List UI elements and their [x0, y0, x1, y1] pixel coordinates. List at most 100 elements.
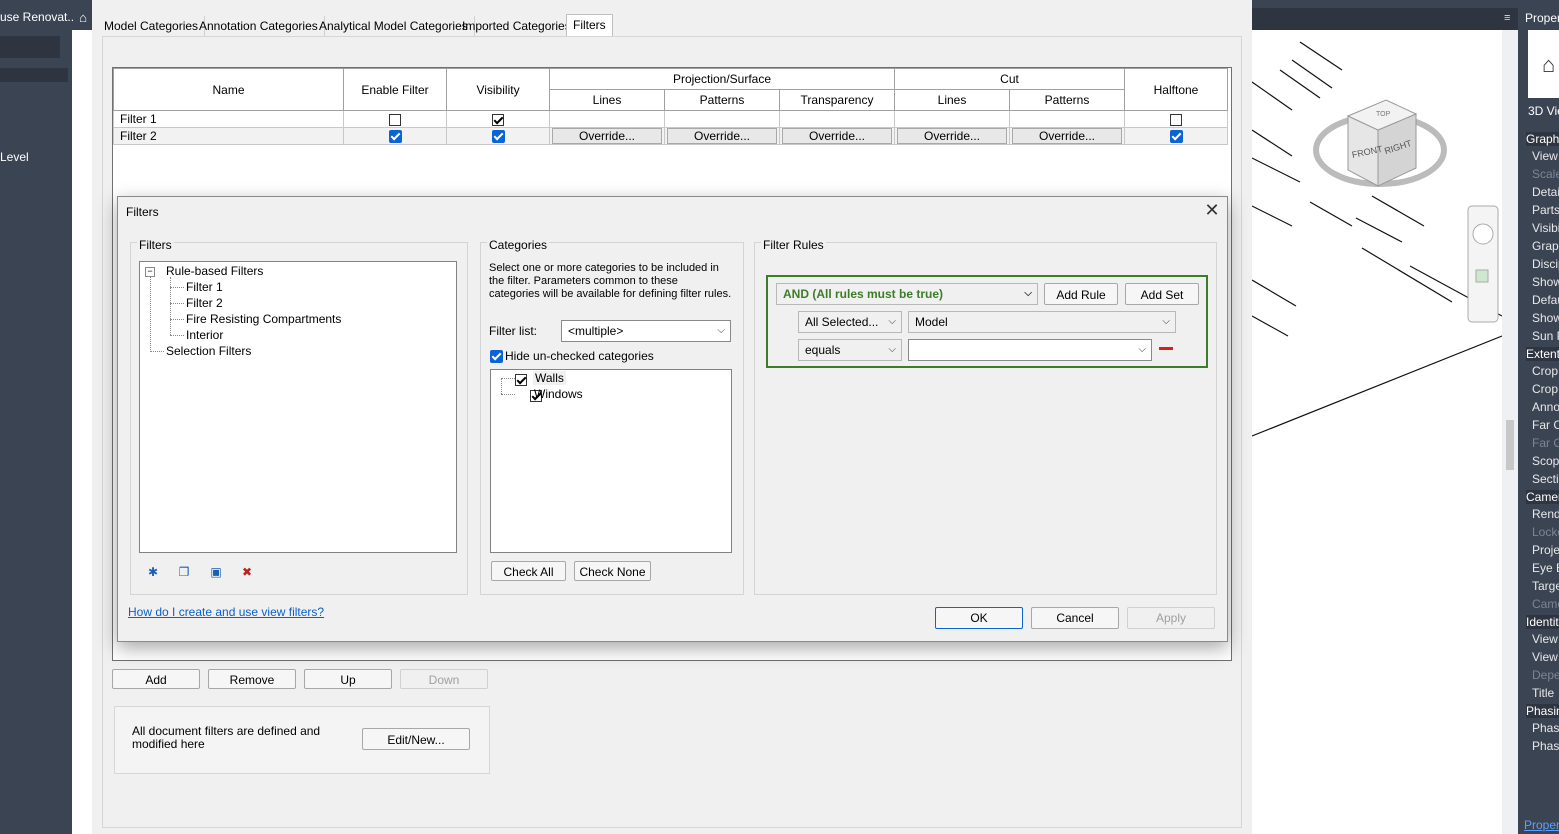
rename-filter-icon[interactable]: ▣: [208, 564, 224, 580]
enable-filter-cell[interactable]: [343, 127, 447, 145]
properties-row[interactable]: Parts: [1532, 203, 1559, 217]
cut-lines-cell[interactable]: Override...: [894, 127, 1010, 145]
properties-row[interactable]: Rend: [1532, 507, 1559, 521]
cancel-button[interactable]: Cancel: [1031, 607, 1119, 629]
properties-section-header[interactable]: Identit: [1526, 615, 1559, 629]
properties-row[interactable]: Depe: [1532, 668, 1559, 682]
delete-rule-icon[interactable]: [1159, 347, 1173, 350]
proj-lines-cell[interactable]: [549, 110, 665, 128]
properties-row[interactable]: Came: [1532, 597, 1559, 611]
properties-row[interactable]: Scale: [1532, 167, 1559, 181]
rule-value-combobox[interactable]: ⌵: [908, 339, 1152, 361]
properties-row[interactable]: Eye E: [1532, 561, 1559, 575]
properties-footer-link[interactable]: Proper: [1524, 818, 1559, 832]
cut-patterns-cell[interactable]: Override...: [1009, 127, 1125, 145]
edit-new-button[interactable]: Edit/New...: [362, 728, 470, 750]
rule-operator-dropdown[interactable]: equals ⌵: [798, 339, 902, 361]
properties-row[interactable]: Sun P: [1532, 329, 1559, 343]
rule-parameter-dropdown[interactable]: Model ⌵: [908, 311, 1176, 333]
tab-model-categories[interactable]: Model Categories: [98, 16, 206, 36]
cut-patterns-cell[interactable]: [1009, 110, 1125, 128]
new-filter-icon[interactable]: ✱: [145, 564, 161, 580]
add-button[interactable]: Add: [112, 669, 200, 689]
category-item[interactable]: Windows: [534, 387, 583, 401]
properties-row[interactable]: Far C: [1532, 436, 1559, 450]
delete-filter-icon[interactable]: ✖: [239, 564, 255, 580]
properties-row[interactable]: Discip: [1532, 257, 1559, 271]
properties-row[interactable]: Far C: [1532, 418, 1559, 432]
override-button[interactable]: Override...: [897, 128, 1007, 144]
properties-row[interactable]: Crop: [1532, 364, 1558, 378]
level-label[interactable]: Level: [0, 150, 29, 164]
tab-imported-categories[interactable]: Imported Categories: [456, 16, 578, 36]
scroll-thumb[interactable]: [1506, 420, 1514, 470]
remove-button[interactable]: Remove: [208, 669, 296, 689]
enable-filter-checkbox[interactable]: [389, 113, 401, 126]
category-checkbox[interactable]: [515, 373, 527, 386]
properties-row[interactable]: Title: [1532, 686, 1554, 700]
check-none-button[interactable]: Check None: [574, 561, 651, 581]
visibility-cell[interactable]: [446, 127, 550, 145]
halftone-checkbox[interactable]: [1170, 113, 1182, 126]
ok-button[interactable]: OK: [935, 607, 1023, 629]
tab-annotation-categories[interactable]: Annotation Categories: [193, 16, 325, 36]
hide-unchecked-checkbox[interactable]: [490, 350, 503, 364]
duplicate-filter-icon[interactable]: ❐: [176, 564, 192, 580]
project-title[interactable]: use Renovat...: [0, 10, 77, 24]
3d-view-canvas[interactable]: FRONT RIGHT TOP: [1252, 30, 1502, 834]
properties-row[interactable]: Visibi: [1532, 221, 1559, 235]
halftone-cell[interactable]: [1124, 127, 1228, 145]
tree-item-interior[interactable]: Interior: [186, 328, 223, 342]
properties-row[interactable]: View: [1532, 632, 1558, 646]
check-all-button[interactable]: Check All: [491, 561, 566, 581]
filter-list-dropdown[interactable]: <multiple> ⌵: [561, 320, 731, 342]
visibility-checkbox[interactable]: [491, 130, 505, 144]
properties-section-header[interactable]: Graph: [1526, 132, 1559, 146]
table-row[interactable]: Filter 2 Override... Override... Overrid…: [113, 127, 1228, 145]
col-proj-patterns[interactable]: Patterns: [664, 89, 780, 111]
properties-section-header[interactable]: Extent: [1526, 347, 1559, 361]
override-button[interactable]: Override...: [552, 128, 662, 144]
proj-lines-cell[interactable]: Override...: [549, 127, 665, 145]
properties-row[interactable]: Detai: [1532, 185, 1559, 199]
properties-row[interactable]: Anno: [1532, 400, 1559, 414]
proj-patterns-cell[interactable]: Override...: [664, 127, 780, 145]
help-link[interactable]: How do I create and use view filters?: [128, 605, 324, 619]
col-cut-lines[interactable]: Lines: [894, 89, 1010, 111]
canvas-scrollbar[interactable]: [1502, 30, 1518, 834]
visibility-checkbox[interactable]: [492, 113, 504, 126]
home-icon[interactable]: ⌂: [74, 10, 92, 30]
halftone-cell[interactable]: [1124, 110, 1228, 128]
cut-lines-cell[interactable]: [894, 110, 1010, 128]
col-proj-lines[interactable]: Lines: [549, 89, 665, 111]
table-row[interactable]: Filter 1: [113, 110, 1228, 128]
enable-filter-cell[interactable]: [343, 110, 447, 128]
hide-unchecked-label[interactable]: Hide un-checked categories: [505, 349, 654, 363]
tree-item-selection-filters[interactable]: Selection Filters: [166, 344, 251, 358]
col-halftone[interactable]: Halftone: [1124, 68, 1228, 111]
col-name[interactable]: Name: [113, 68, 344, 111]
rule-set-dropdown[interactable]: AND (All rules must be true) ⌵: [776, 283, 1038, 305]
col-visibility[interactable]: Visibility: [446, 68, 550, 111]
add-set-button[interactable]: Add Set: [1125, 283, 1199, 305]
up-button[interactable]: Up: [304, 669, 392, 689]
enable-filter-checkbox[interactable]: [388, 130, 402, 144]
col-cut-patterns[interactable]: Patterns: [1009, 89, 1125, 111]
properties-row[interactable]: Scop: [1532, 454, 1559, 468]
tab-analytical-model-categories[interactable]: Analytical Model Categories: [313, 16, 475, 36]
col-proj-transparency[interactable]: Transparency: [779, 89, 895, 111]
properties-row[interactable]: Targe: [1532, 579, 1559, 593]
properties-row[interactable]: Proje: [1532, 543, 1559, 557]
browser-search-field[interactable]: [0, 36, 60, 58]
filter-tree[interactable]: − Rule-based Filters Filter 1 Filter 2 F…: [139, 261, 457, 553]
properties-row[interactable]: Crop: [1532, 382, 1558, 396]
proj-transparency-cell[interactable]: Override...: [779, 127, 895, 145]
row-filter-name[interactable]: Filter 2: [113, 127, 344, 145]
tree-item-filter-2[interactable]: Filter 2: [186, 296, 223, 310]
properties-row[interactable]: View: [1532, 149, 1558, 163]
override-button[interactable]: Override...: [667, 128, 777, 144]
properties-row[interactable]: Locke: [1532, 525, 1559, 539]
properties-row[interactable]: Sectio: [1532, 472, 1559, 486]
override-button[interactable]: Override...: [782, 128, 892, 144]
visibility-cell[interactable]: [446, 110, 550, 128]
